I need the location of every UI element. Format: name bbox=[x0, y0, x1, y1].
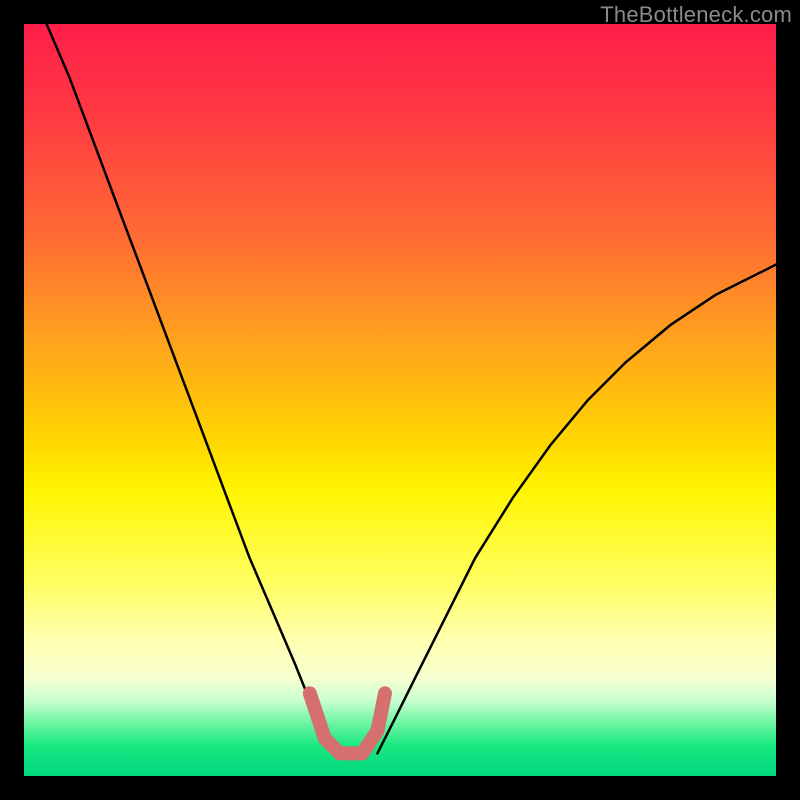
left-curve-path bbox=[47, 24, 333, 753]
curves-svg bbox=[24, 24, 776, 776]
plot-area bbox=[24, 24, 776, 776]
trough-marker-path bbox=[310, 693, 385, 753]
right-curve-path bbox=[377, 265, 776, 754]
chart-frame: TheBottleneck.com bbox=[0, 0, 800, 800]
